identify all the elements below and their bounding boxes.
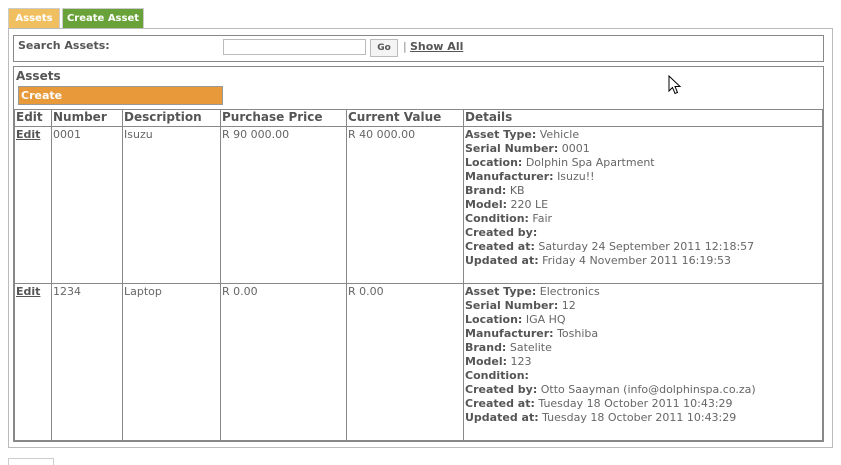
detail-label: Brand:: [465, 184, 507, 197]
column-header-details: Details: [463, 109, 823, 127]
detail-label: Manufacturer:: [465, 327, 554, 340]
search-section: Search Assets: Go | Show All: [13, 35, 824, 62]
detail-value: Otto Saayman (info@dolphinspa.co.za): [540, 383, 756, 396]
detail-value: Isuzu!!: [557, 170, 595, 183]
show-all-link[interactable]: Show All: [410, 40, 463, 53]
detail-location: Location: Dolphin Spa Apartment: [465, 156, 821, 170]
detail-created-at: Created at: Tuesday 18 October 2011 10:4…: [465, 397, 821, 411]
assets-title: Assets: [16, 69, 61, 83]
edit-cell: Edit: [14, 126, 52, 284]
search-label: Search Assets:: [18, 39, 110, 52]
column-header-current-value: Current Value: [346, 109, 464, 127]
detail-value: Tuesday 18 October 2011 10:43:29: [542, 411, 737, 424]
detail-label: Location:: [465, 313, 523, 326]
number-cell: 0001: [51, 126, 123, 284]
search-input[interactable]: [223, 39, 366, 55]
detail-value: Tuesday 18 October 2011 10:43:29: [538, 397, 733, 410]
detail-label: Serial Number:: [465, 299, 559, 312]
mouse-pointer-icon: [668, 75, 682, 95]
detail-label: Brand:: [465, 341, 507, 354]
detail-location: Location: IGA HQ: [465, 313, 821, 327]
assets-table: Edit Number Description Purchase Price C…: [14, 109, 823, 441]
purchase-price-cell: R 90 000.00: [220, 126, 347, 284]
detail-label: Created at:: [465, 397, 535, 410]
table-row: Edit 0001 Isuzu R 90 000.00 R 40 000.00 …: [14, 126, 823, 284]
detail-label: Manufacturer:: [465, 170, 554, 183]
detail-created-at: Created at: Saturday 24 September 2011 1…: [465, 240, 821, 254]
detail-value: Electronics: [539, 285, 600, 298]
column-header-edit: Edit: [14, 109, 52, 127]
create-button[interactable]: Create: [18, 86, 223, 105]
detail-value: Satelite: [509, 341, 552, 354]
purchase-price-cell: R 0.00: [220, 283, 347, 441]
detail-value: Fair: [532, 212, 553, 225]
details-cell: Asset Type: Electronics Serial Number: 1…: [463, 283, 823, 441]
current-value-cell: R 0.00: [346, 283, 464, 441]
detail-value: 220 LE: [510, 198, 549, 211]
description-cell: Laptop: [122, 283, 221, 441]
current-value-cell: R 40 000.00: [346, 126, 464, 284]
detail-serial-number: Serial Number: 0001: [465, 142, 821, 156]
detail-condition: Condition:: [465, 369, 821, 383]
detail-updated-at: Updated at: Friday 4 November 2011 16:19…: [465, 254, 821, 268]
assets-section: Assets Create Edit Number Description Pu…: [13, 66, 824, 442]
edit-cell: Edit: [14, 283, 52, 441]
detail-label: Created at:: [465, 240, 535, 253]
description-cell: Isuzu: [122, 126, 221, 284]
detail-label: Updated at:: [465, 411, 539, 424]
tab-create-asset[interactable]: Create Asset: [62, 8, 144, 28]
detail-brand: Brand: Satelite: [465, 341, 821, 355]
detail-label: Condition:: [465, 369, 529, 382]
detail-label: Model:: [465, 198, 508, 211]
detail-value: IGA HQ: [525, 313, 566, 326]
detail-label: Serial Number:: [465, 142, 559, 155]
number-cell: 1234: [51, 283, 123, 441]
detail-value: 0001: [561, 142, 590, 155]
go-button[interactable]: Go: [370, 39, 398, 57]
edit-link[interactable]: Edit: [16, 285, 40, 298]
detail-value: Vehicle: [539, 128, 580, 141]
detail-value: Toshiba: [557, 327, 599, 340]
detail-label: Location:: [465, 156, 523, 169]
detail-value: 12: [561, 299, 576, 312]
detail-asset-type: Asset Type: Vehicle: [465, 128, 821, 142]
table-row: Edit 1234 Laptop R 0.00 R 0.00 Asset Typ…: [14, 283, 823, 441]
detail-created-by: Created by:: [465, 226, 821, 240]
detail-model: Model: 220 LE: [465, 198, 821, 212]
detail-updated-at: Updated at: Tuesday 18 October 2011 10:4…: [465, 411, 821, 425]
detail-model: Model: 123: [465, 355, 821, 369]
detail-value: Friday 4 November 2011 16:19:53: [542, 254, 732, 267]
column-header-description: Description: [122, 109, 221, 127]
detail-label: Asset Type:: [465, 285, 537, 298]
detail-value: KB: [509, 184, 525, 197]
detail-brand: Brand: KB: [465, 184, 821, 198]
detail-serial-number: Serial Number: 12: [465, 299, 821, 313]
detail-value: Saturday 24 September 2011 12:18:57: [538, 240, 755, 253]
table-header-row: Edit Number Description Purchase Price C…: [14, 109, 823, 127]
content-panel: Search Assets: Go | Show All Assets Crea…: [8, 28, 833, 448]
column-header-number: Number: [51, 109, 123, 127]
separator: |: [403, 40, 407, 53]
detail-value: Dolphin Spa Apartment: [525, 156, 655, 169]
details-cell: Asset Type: Vehicle Serial Number: 0001 …: [463, 126, 823, 284]
detail-label: Model:: [465, 355, 508, 368]
tab-assets[interactable]: Assets: [8, 8, 60, 28]
column-header-purchase-price: Purchase Price: [220, 109, 347, 127]
detail-label: Updated at:: [465, 254, 539, 267]
detail-created-by: Created by: Otto Saayman (info@dolphinsp…: [465, 383, 821, 397]
edit-link[interactable]: Edit: [16, 128, 40, 141]
detail-label: Condition:: [465, 212, 529, 225]
detail-label: Created by:: [465, 383, 538, 396]
bottom-tab-stub: [8, 458, 54, 465]
detail-value: 123: [510, 355, 532, 368]
detail-label: Asset Type:: [465, 128, 537, 141]
detail-label: Created by:: [465, 226, 538, 239]
detail-manufacturer: Manufacturer: Toshiba: [465, 327, 821, 341]
detail-manufacturer: Manufacturer: Isuzu!!: [465, 170, 821, 184]
detail-asset-type: Asset Type: Electronics: [465, 285, 821, 299]
detail-condition: Condition: Fair: [465, 212, 821, 226]
